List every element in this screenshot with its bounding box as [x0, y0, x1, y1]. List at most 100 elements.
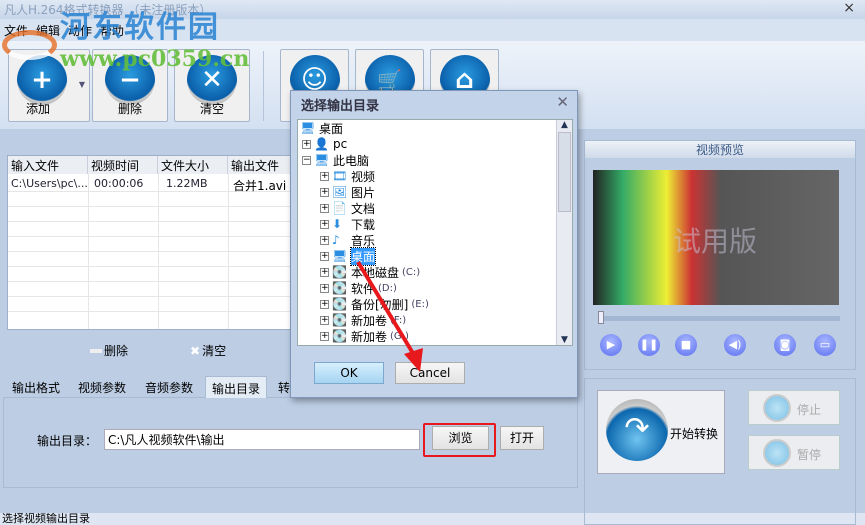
tree-node-label: 文档 [351, 201, 376, 216]
expand-icon[interactable]: + [320, 235, 329, 245]
tree-node[interactable]: + 💽 新加卷 (F:) [320, 312, 406, 328]
trial-watermark: 试用版 [673, 225, 758, 258]
tree-scrollbar[interactable]: ▲ ▼ [556, 120, 572, 345]
folder-icon: 💽 [332, 280, 347, 295]
output-dir-input[interactable] [104, 429, 420, 450]
expand-icon[interactable]: + [320, 171, 329, 181]
tree-node-label: 桌面 [319, 121, 344, 136]
expand-icon[interactable]: + [320, 187, 329, 197]
list-clear-button[interactable]: ✖ 清空 [190, 342, 226, 359]
column-header-duration[interactable]: 视频时间 [88, 156, 158, 174]
drive-letter: (D:) [378, 282, 397, 294]
scroll-down-icon[interactable]: ▼ [557, 335, 572, 345]
drive-letter: (G:) [390, 330, 409, 342]
folder-icon: 🖥 [332, 248, 348, 263]
dialog-close-icon[interactable]: ✕ [556, 93, 569, 111]
folder-icon: 🖥 [300, 120, 316, 135]
pause-icon[interactable]: ❚❚ [638, 334, 660, 356]
tree-node[interactable]: + 🎞 视频 [320, 168, 375, 184]
x-icon: ✖ [190, 343, 201, 358]
folder-icon: 💽 [332, 328, 347, 343]
tree-node-label: pc [333, 137, 348, 151]
expand-icon[interactable]: + [320, 203, 329, 213]
list-delete-button[interactable]: 删除 [90, 342, 128, 359]
folder-icon: 👤 [314, 136, 329, 151]
folder-icon: 📄 [332, 200, 347, 215]
watermark-logo [2, 30, 57, 60]
tree-node[interactable]: 🖥 桌面 [300, 120, 343, 136]
cell-duration: 00:00:06 [94, 177, 144, 190]
collapse-icon[interactable]: − [302, 155, 311, 165]
window-close-button[interactable]: × [843, 0, 855, 16]
scroll-thumb[interactable] [558, 132, 571, 212]
tree-node[interactable]: + 🖼 图片 [320, 184, 375, 200]
snapshot-icon[interactable]: ◙ [774, 334, 796, 356]
column-header-input-file[interactable]: 输入文件 [8, 156, 88, 174]
tree-node[interactable]: + 💽 本地磁盘 (C:) [320, 264, 420, 280]
expand-icon[interactable]: + [320, 331, 329, 341]
expand-icon[interactable]: + [320, 283, 329, 293]
expand-icon[interactable]: + [320, 315, 329, 325]
volume-icon[interactable]: ◀) [724, 334, 746, 356]
tree-node[interactable]: − 🖥 此电脑 [302, 152, 369, 168]
folder-icon: ♪ [332, 232, 340, 247]
tree-node[interactable]: + 💽 新加卷 (G:) [320, 328, 409, 344]
tab-output-format[interactable]: 输出格式 [6, 376, 66, 398]
expand-icon[interactable]: + [320, 299, 329, 309]
tree-node[interactable]: + ⬇ 下载 [320, 216, 375, 232]
tree-node[interactable]: + 💽 软件 (D:) [320, 280, 397, 296]
expand-icon[interactable]: + [320, 267, 329, 277]
rotate-arrow-icon: ↷ [606, 399, 668, 461]
pause-button[interactable]: 暂停 [748, 435, 840, 470]
tree-node-label: 音乐 [351, 233, 376, 248]
output-dir-label: 输出目录： [37, 434, 98, 448]
folder-tree[interactable]: 🖥 桌面 + 👤 pc − 🖥 此电脑 + 🎞 视频 + 🖼 图片 + 📄 文档 + ⬇ 下载 + ♪ 音乐 + 🖥 桌面 + 💽 本地… [297, 119, 573, 346]
tree-node-label: 下载 [351, 217, 376, 232]
column-header-output-file[interactable]: 输出文件 [228, 156, 293, 174]
expand-icon[interactable]: + [302, 139, 311, 149]
tree-node[interactable]: + ♪ 音乐 [320, 232, 375, 248]
stop-icon[interactable]: ■ [675, 334, 697, 356]
tree-node-label: 本地磁盘 [351, 265, 400, 280]
minus-icon [90, 348, 102, 353]
delete-label: 删除 [117, 102, 142, 116]
open-button[interactable]: 打开 [500, 426, 544, 450]
ok-button[interactable]: OK [314, 362, 384, 384]
pause-icon [763, 439, 791, 467]
start-convert-button[interactable]: ↷ 开始转换 [597, 390, 725, 474]
expand-icon[interactable]: + [320, 251, 329, 261]
stop-button[interactable]: 停止 [748, 390, 840, 425]
clear-label: 清空 [199, 102, 224, 116]
drive-letter: (E:) [411, 298, 429, 310]
tab-video-params[interactable]: 视频参数 [72, 376, 132, 398]
tree-node-label: 备份[勿删] [351, 297, 409, 312]
expand-icon[interactable]: + [320, 219, 329, 229]
tab-output-directory[interactable]: 输出目录 [205, 376, 268, 398]
dropdown-arrow-icon[interactable]: ▼ [79, 80, 85, 89]
folder-icon: ⬇ [332, 216, 343, 231]
play-icon[interactable]: ▶ [600, 334, 622, 356]
cancel-button[interactable]: Cancel [395, 362, 465, 384]
tree-node-label: 视频 [351, 169, 376, 184]
drive-letter: (C:) [402, 266, 421, 278]
pause-label: 暂停 [797, 448, 822, 462]
list-clear-label: 清空 [202, 344, 227, 358]
drive-letter: (F:) [390, 314, 407, 326]
tab-audio-params[interactable]: 音频参数 [139, 376, 199, 398]
tree-node[interactable]: + 📄 文档 [320, 200, 375, 216]
folder-icon: 💽 [332, 296, 347, 311]
column-header-size[interactable]: 文件大小 [158, 156, 228, 174]
file-list-table[interactable]: 输入文件 视频时间 文件大小 输出文件 C:\Users\pc\... 00:0… [7, 155, 293, 330]
scroll-up-icon[interactable]: ▲ [557, 120, 572, 130]
cell-size: 1.22MB [166, 177, 208, 190]
tree-node[interactable]: + 👤 pc [302, 136, 347, 152]
tree-node-label: 新加卷 [351, 329, 388, 344]
folder-icon: 💽 [332, 264, 347, 279]
dialog-title: 选择输出目录 [301, 99, 380, 114]
folder-icon[interactable]: ▭ [814, 334, 836, 356]
tree-node[interactable]: + 💽 备份[勿删] (E:) [320, 296, 429, 312]
watermark-site-name: 河东软件园 [60, 10, 220, 45]
seek-slider[interactable] [598, 316, 840, 321]
seek-slider-thumb[interactable] [598, 311, 604, 324]
tree-node[interactable]: + 🖥 桌面 [320, 246, 377, 266]
